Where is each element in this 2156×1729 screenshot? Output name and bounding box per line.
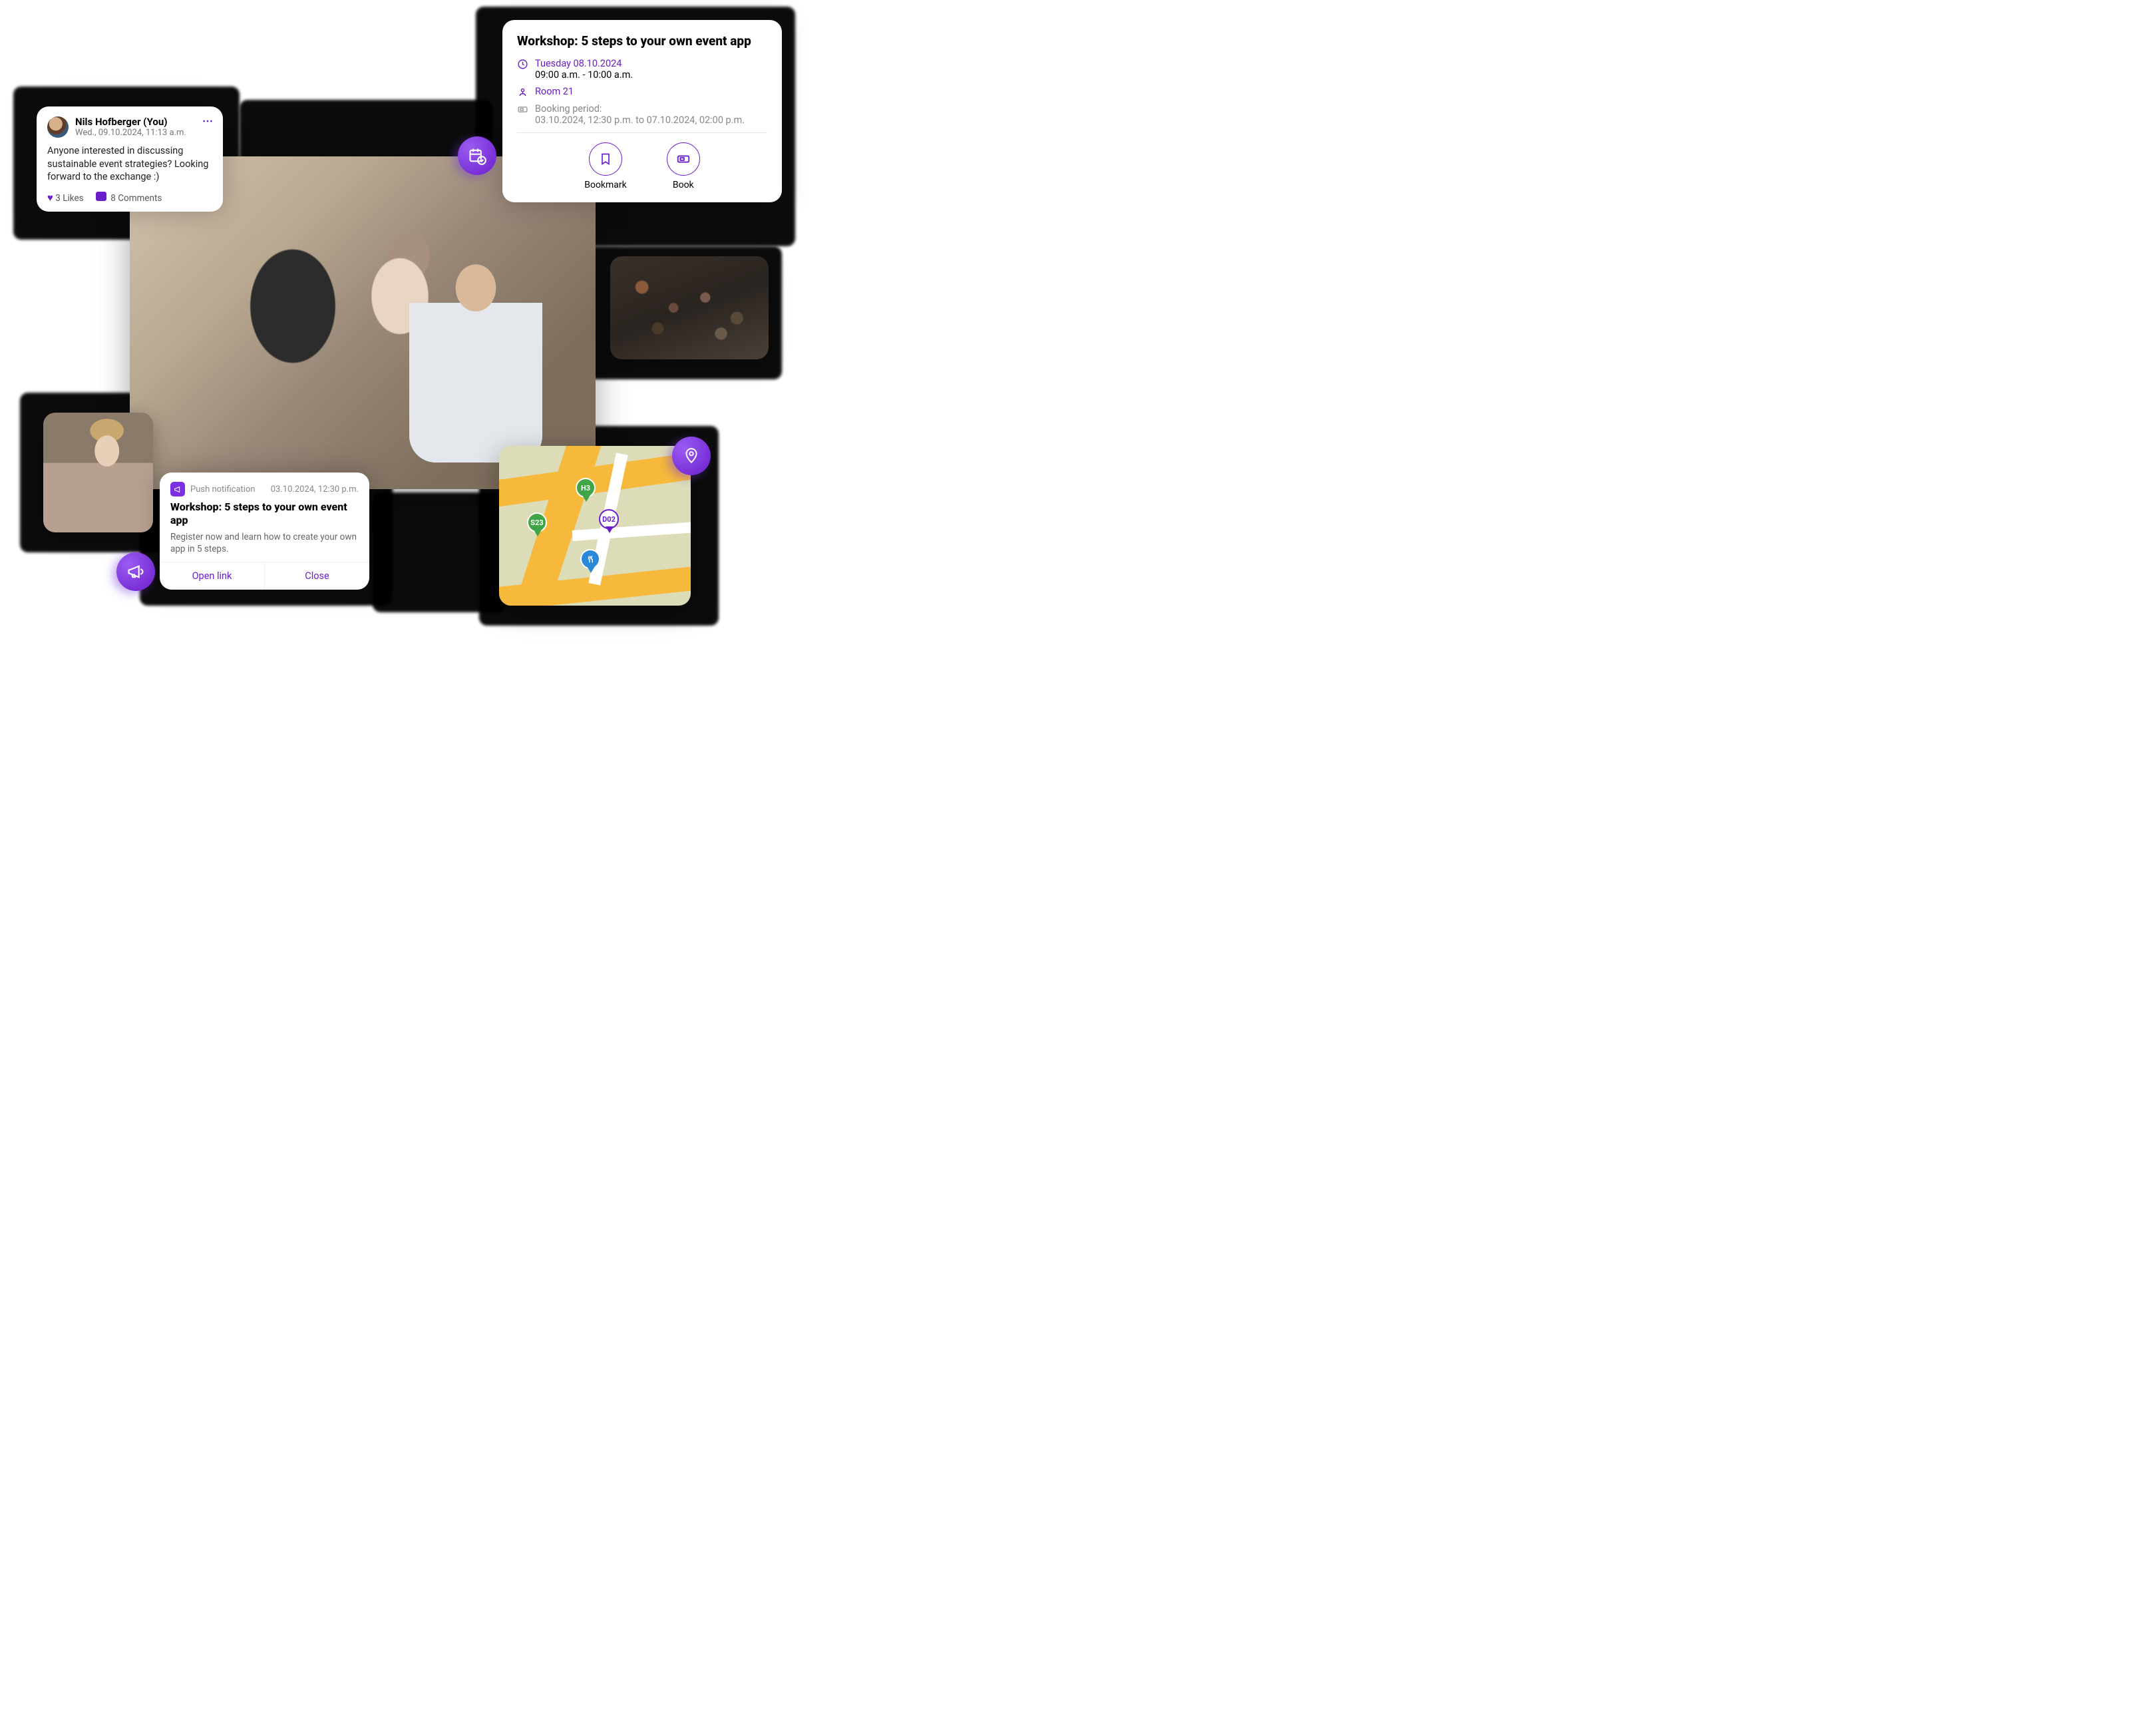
post-body: Anyone interested in discussing sustaina…	[47, 144, 212, 184]
megaphone-icon	[126, 562, 145, 581]
workshop-title: Workshop: 5 steps to your own event app	[517, 33, 767, 49]
workshop-date: Tuesday 08.10.2024	[535, 58, 767, 69]
map-pin-food[interactable]	[580, 549, 600, 574]
social-post-card: ⋯ Nils Hofberger (You) Wed., 09.10.2024,…	[37, 106, 223, 212]
push-body: Register now and learn how to create you…	[170, 531, 359, 555]
ticket-icon	[517, 104, 528, 115]
push-app-icon	[170, 482, 185, 496]
map-pin-d02[interactable]: D02	[599, 509, 619, 534]
comment-icon	[96, 192, 106, 201]
divider	[517, 132, 767, 133]
book-icon	[676, 152, 691, 166]
map-pin-s23[interactable]: S23	[527, 512, 547, 538]
heart-icon: ♥	[47, 192, 53, 204]
location-icon	[517, 87, 528, 98]
calendar-badge[interactable]	[458, 136, 496, 175]
venue-map[interactable]: H3 S23 D02	[499, 446, 691, 606]
book-button[interactable]: Book	[667, 142, 700, 190]
post-menu-button[interactable]: ⋯	[202, 114, 214, 127]
map-pin-badge[interactable]	[672, 437, 711, 475]
post-timestamp: Wed., 09.10.2024, 11:13 a.m.	[75, 128, 186, 138]
post-author: Nils Hofberger (You)	[75, 116, 186, 128]
attendee-photo	[43, 413, 153, 532]
map-pin-h3[interactable]: H3	[576, 478, 596, 503]
bookmark-button[interactable]: Bookmark	[584, 142, 627, 190]
open-link-button[interactable]: Open link	[160, 562, 264, 590]
push-label: Push notification	[190, 484, 256, 494]
likes-count[interactable]: ♥ 3 Likes	[47, 192, 84, 204]
fork-knife-icon	[586, 555, 595, 564]
push-title: Workshop: 5 steps to your own event app	[170, 500, 359, 527]
calendar-check-icon	[468, 146, 486, 165]
comments-count[interactable]: 8 Comments	[96, 192, 162, 204]
crowd-photo	[610, 256, 769, 359]
workshop-detail-card: Workshop: 5 steps to your own event app …	[502, 20, 782, 202]
map-street	[572, 521, 691, 541]
workshop-time: 09:00 a.m. - 10:00 a.m.	[535, 69, 767, 81]
push-time: 03.10.2024, 12:30 p.m.	[271, 484, 359, 494]
clock-icon	[517, 59, 528, 70]
avatar[interactable]	[47, 116, 69, 138]
booking-range: 03.10.2024, 12:30 p.m. to 07.10.2024, 02…	[535, 114, 767, 126]
map-pin-icon	[683, 447, 700, 465]
megaphone-badge[interactable]	[116, 552, 155, 591]
push-notification-card: Push notification 03.10.2024, 12:30 p.m.…	[160, 473, 369, 590]
booking-label: Booking period:	[535, 103, 767, 114]
close-button[interactable]: Close	[264, 562, 369, 590]
workshop-room[interactable]: Room 21	[535, 86, 767, 98]
bookmark-icon	[599, 152, 612, 166]
